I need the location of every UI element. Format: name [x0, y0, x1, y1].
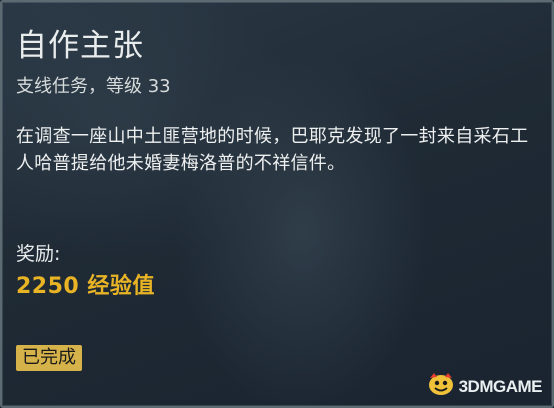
watermark: 3DMGAME: [426, 372, 543, 402]
reward-value: 2250 经验值: [16, 274, 155, 299]
watermark-text: 3DMGAME: [458, 377, 543, 396]
quest-description: 在调查一座山中土匪营地的时候，巴耶克发现了一封来自采石工人哈普提给他未婚妻梅洛普…: [16, 126, 529, 174]
quest-panel: 自作主张 支线任务，等级 33 在调查一座山中土匪营地的时候，巴耶克发现了一封来…: [0, 0, 554, 408]
3dm-logo-icon: [426, 372, 456, 402]
status-badge: 已完成: [16, 345, 82, 371]
reward-label: 奖励:: [16, 243, 61, 265]
quest-subtitle: 支线任务，等级 33: [16, 76, 171, 97]
quest-title: 自作主张: [16, 28, 144, 64]
